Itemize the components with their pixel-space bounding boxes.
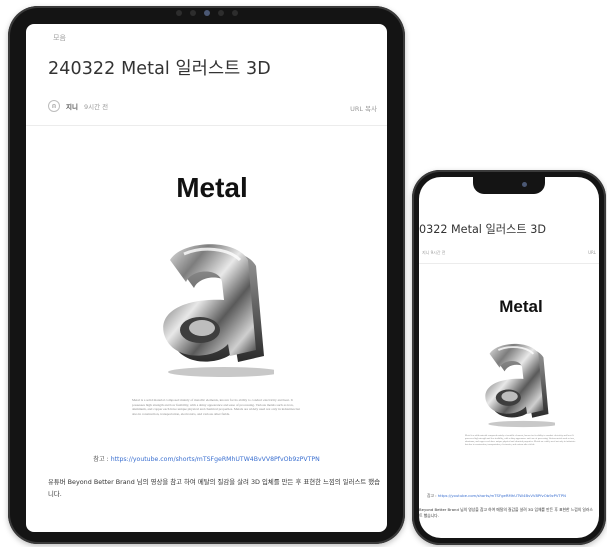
author-name[interactable]: 지니 xyxy=(66,101,78,111)
artwork-image: Metal Metal is a solid material composed… xyxy=(44,152,380,452)
divider xyxy=(26,125,387,126)
artwork-title: Metal xyxy=(176,172,248,203)
chrome-letter-a-icon xyxy=(485,343,555,428)
phone-artwork-image: Metal Metal is a solid material composed… xyxy=(443,289,599,489)
phone-notch xyxy=(473,177,545,194)
post-body: 유튜버 Beyond Better Brand 님의 영상을 참고 하여 메탈의… xyxy=(48,478,381,499)
phone-post-meta: 지니 9시간 전 xyxy=(422,250,446,255)
phone-post-body: Beyond Better Brand 님의 영상을 참고 하여 메탈의 질감을… xyxy=(419,507,593,519)
user-icon[interactable]: ⍝ xyxy=(48,100,60,112)
tablet-camera xyxy=(176,10,238,16)
post-meta: ⍝ 지니 9시간 전 xyxy=(48,100,108,112)
chrome-letter-a-icon xyxy=(163,244,274,377)
phone-post-title: 0322 Metal 일러스트 3D xyxy=(419,223,546,236)
phone-artwork-paragraph: Metal is a solid material composed mainl… xyxy=(465,435,576,447)
artwork-paragraph: Metal is a solid material composed mainl… xyxy=(132,398,300,416)
tablet-device: 모음 240322 Metal 일러스트 3D ⍝ 지니 9시간 전 URL 복… xyxy=(8,6,405,544)
post-title: 240322 Metal 일러스트 3D xyxy=(48,59,271,79)
post-time: 9시간 전 xyxy=(83,103,109,111)
phone-device: 0322 Metal 일러스트 3D 지니 9시간 전 URL Metal Me… xyxy=(412,170,606,545)
reference-label: 참고 : xyxy=(93,456,111,463)
tablet-screen: 모음 240322 Metal 일러스트 3D ⍝ 지니 9시간 전 URL 복… xyxy=(26,24,387,532)
reference-link[interactable]: https://youtube.com/shorts/mTSFgeRMhUTW4… xyxy=(111,456,320,463)
phone-reference-line: 참고 : https://youtube.com/shorts/mTSFgeRM… xyxy=(427,493,566,499)
category-link[interactable]: 모음 xyxy=(53,33,66,43)
phone-copy-url-button[interactable]: URL xyxy=(588,250,596,255)
phone-reference-link[interactable]: https://youtube.com/shorts/mTSFgeRMhUTW4… xyxy=(438,493,566,498)
phone-reference-label: 참고 : xyxy=(427,493,438,498)
phone-screen: 0322 Metal 일러스트 3D 지니 9시간 전 URL Metal Me… xyxy=(419,177,599,538)
copy-url-button[interactable]: URL 복사 xyxy=(350,103,377,113)
phone-divider xyxy=(419,263,599,264)
phone-artwork-title: Metal xyxy=(499,297,543,316)
reference-line: 참고 : https://youtube.com/shorts/mTSFgeRM… xyxy=(26,454,387,463)
